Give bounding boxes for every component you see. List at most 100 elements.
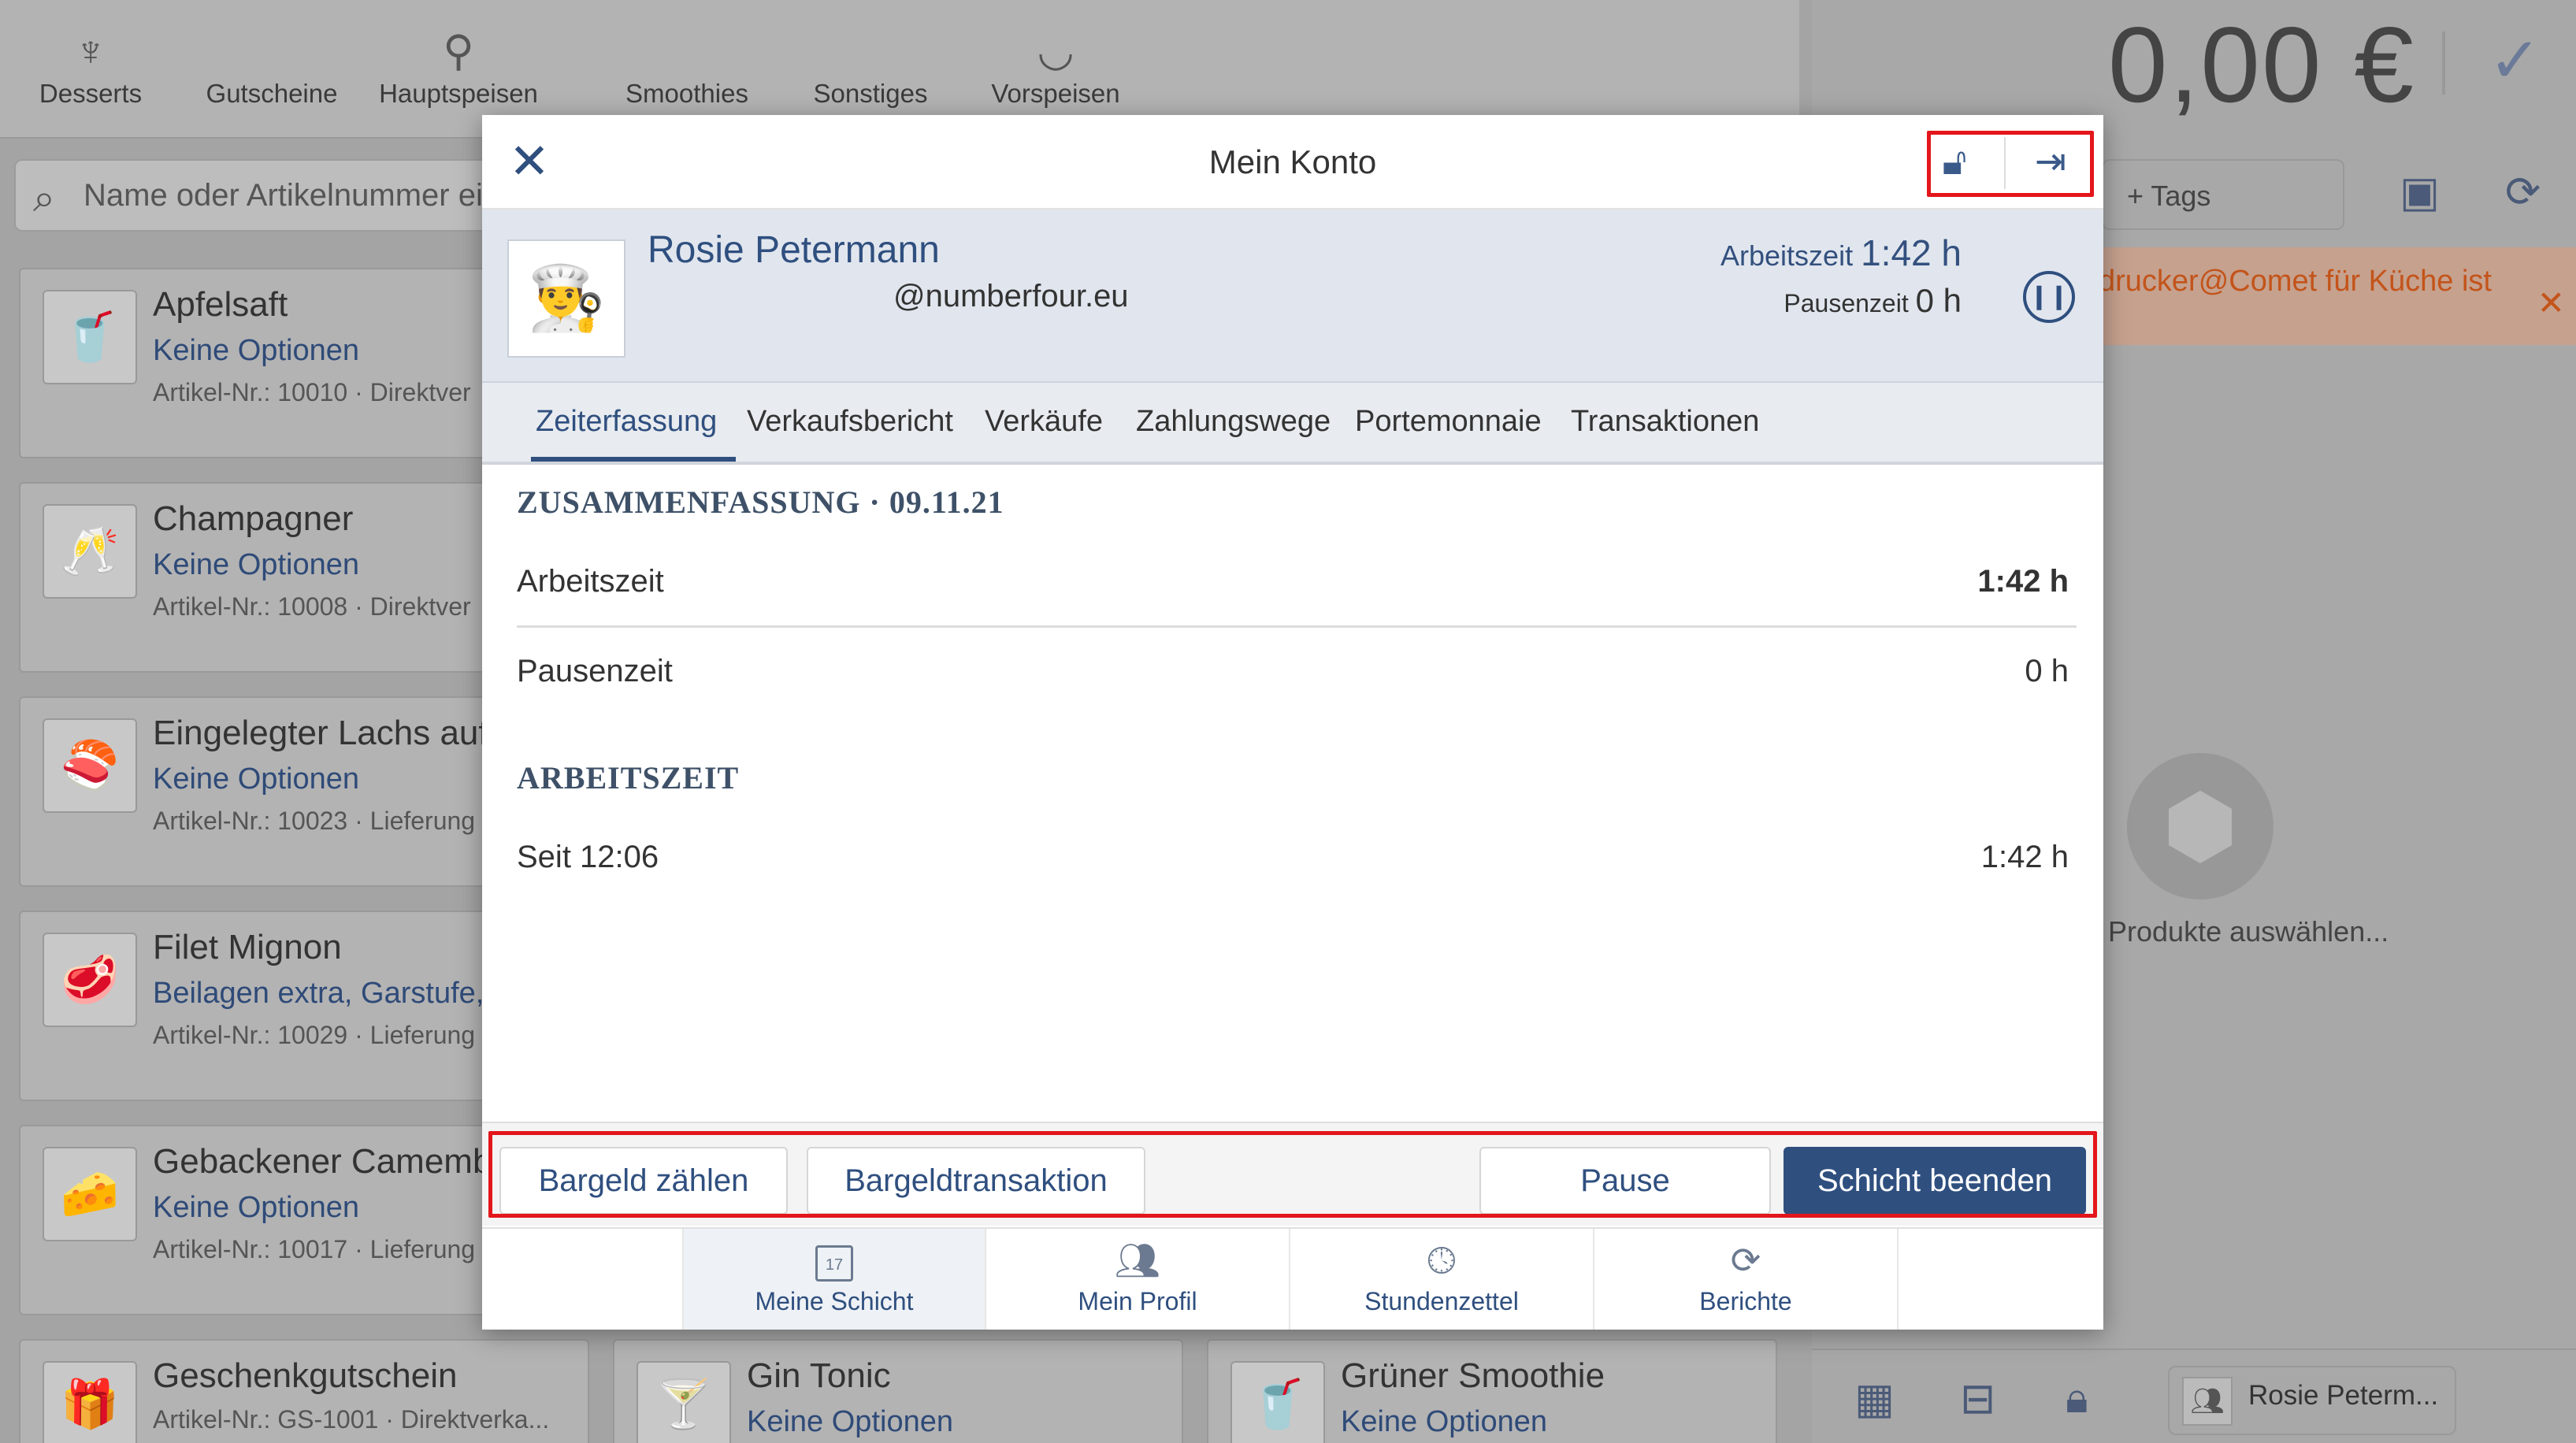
tab-bar: Zeiterfassung Verkaufsbericht Verkäufe Z… xyxy=(482,383,2103,465)
close-icon[interactable]: ✕ xyxy=(2537,284,2565,322)
dessert-icon: ♆ xyxy=(74,28,107,75)
category-gutscheine[interactable]: Gutscheine xyxy=(177,24,366,109)
category-label: Desserts xyxy=(39,79,143,108)
product-article: Artikel-Nr.: 10010 · Direktver xyxy=(153,378,471,406)
calendar-check-icon[interactable]: ▣ xyxy=(2400,167,2440,217)
confirm-check-icon[interactable]: ✓ xyxy=(2489,24,2541,97)
category-vorspeisen[interactable]: ◡ Vorspeisen xyxy=(961,24,1150,109)
active-tab-indicator xyxy=(531,457,736,462)
product-card[interactable]: 🍸 Gin Tonic Keine Optionen xyxy=(613,1339,1183,1443)
tab-verkaeufe[interactable]: Verkäufe xyxy=(985,405,1103,439)
product-image: 🥤 xyxy=(43,290,137,384)
pause-time-label: Pausenzeit xyxy=(1784,289,1909,317)
product-name: Gebackener Camember xyxy=(153,1142,523,1181)
product-name: Gin Tonic xyxy=(747,1356,891,1395)
category-sonstiges[interactable]: Sonstiges xyxy=(776,24,965,109)
profile-header: 👨‍🍳 Rosie Petermann @numberfour.eu Arbei… xyxy=(482,210,2103,383)
product-name: Grüner Smoothie xyxy=(1341,1356,1605,1395)
nav-meine-schicht[interactable]: 17 Meine Schicht xyxy=(682,1229,986,1330)
row-value: 1:42 h xyxy=(1980,840,2069,874)
category-smoothies[interactable]: Smoothies xyxy=(592,24,781,109)
product-article: Artikel-Nr.: 10017 · Lieferung xyxy=(153,1235,476,1263)
bowl-icon: ◡ xyxy=(1037,28,1075,75)
tab-zahlungswege[interactable]: Zahlungswege xyxy=(1136,405,1331,439)
work-time-label: Arbeitszeit xyxy=(1720,239,1854,272)
search-placeholder: Name oder Artikelnummer ei xyxy=(84,178,483,213)
calendar-icon: 17 xyxy=(684,1229,985,1287)
empty-cart-label: Produkte auswählen... xyxy=(2108,915,2389,948)
tab-verkaufsbericht[interactable]: Verkaufsbericht xyxy=(747,405,953,439)
category-hauptspeisen[interactable]: ⚲ Hauptspeisen xyxy=(364,24,553,109)
row-label: Seit 12:06 xyxy=(517,840,659,874)
user-chip[interactable]: 👥︎ Rosie Peterm... xyxy=(2168,1366,2456,1435)
pause-time: Pausenzeit 0 h xyxy=(1784,282,1962,320)
highlight-box xyxy=(1927,131,2094,197)
smoothie-icon xyxy=(592,24,781,79)
refresh-icon[interactable]: ⟳ xyxy=(2505,167,2541,217)
user-chip-label: Rosie Peterm... xyxy=(2248,1380,2439,1411)
product-options: Keine Optionen xyxy=(153,334,359,367)
product-image: 🥤 xyxy=(1230,1361,1325,1443)
nav-label: Stundenzettel xyxy=(1364,1287,1519,1315)
row-label: Arbeitszeit xyxy=(517,564,664,599)
nav-label: Meine Schicht xyxy=(755,1287,914,1315)
product-article: Artikel-Nr.: GS-1001 · Direktverka... xyxy=(153,1405,550,1434)
minus-square-icon[interactable]: ⊟ xyxy=(1960,1374,1995,1423)
work-time: Arbeitszeit 1:42 h xyxy=(1720,232,1962,274)
tab-portemonnaie[interactable]: Portemonnaie xyxy=(1355,405,1542,439)
avatar: 👨‍🍳 xyxy=(507,239,625,358)
pause-icon[interactable]: ❙❙ xyxy=(2023,271,2075,323)
highlight-box xyxy=(488,1131,2097,1218)
summary-heading: ZUSAMMENFASSUNG · 09.11.21 xyxy=(517,484,1004,520)
product-image: 🍣 xyxy=(43,718,137,813)
timesheet-icon: 🕓︎ xyxy=(1427,1240,1457,1281)
divider xyxy=(2442,32,2445,95)
user-email: @numberfour.eu xyxy=(893,279,1129,313)
product-options: Keine Optionen xyxy=(747,1405,953,1438)
product-card[interactable]: 🎁 Geschenkgutschein Artikel-Nr.: GS-1001… xyxy=(19,1339,589,1443)
category-label: Hauptspeisen xyxy=(379,79,538,108)
search-input[interactable]: ⌕ Name oder Artikelnummer ei xyxy=(14,159,518,232)
row-value: 0 h xyxy=(2025,654,2069,688)
tab-transaktionen[interactable]: Transaktionen xyxy=(1571,405,1759,439)
notice-text: drucker@Comet für Küche ist xyxy=(2099,265,2492,298)
product-name: Geschenkgutschein xyxy=(153,1356,458,1395)
category-label: Smoothies xyxy=(625,79,748,108)
product-options: Keine Optionen xyxy=(1341,1405,1547,1438)
users-icon: 👥︎ xyxy=(2182,1377,2233,1426)
tags-button[interactable]: + Tags xyxy=(2102,159,2344,230)
divider xyxy=(517,625,2077,628)
row-value: 1:42 h xyxy=(1977,564,2069,599)
product-card[interactable]: 🥤 Grüner Smoothie Keine Optionen xyxy=(1207,1339,1777,1443)
product-name: Eingelegter Lachs auf E xyxy=(153,714,522,752)
package-icon: ⬢ xyxy=(2127,753,2273,900)
pause-time-value: 0 h xyxy=(1915,282,1962,319)
product-article: Artikel-Nr.: 10029 · Lieferung xyxy=(153,1021,476,1049)
product-image: 🍸 xyxy=(637,1361,731,1443)
product-options: Keine Optionen xyxy=(153,548,359,581)
category-desserts[interactable]: ♆ Desserts xyxy=(0,24,185,109)
nav-stundenzettel[interactable]: 🕓︎ Stundenzettel xyxy=(1290,1229,1594,1330)
product-name: Champagner xyxy=(153,499,354,538)
account-modal: ✕ Mein Konto 🔓︎ ⇥ 👨‍🍳 Rosie Petermann @n… xyxy=(482,115,2103,1330)
product-article: Artikel-Nr.: 10008 · Direktver xyxy=(153,592,471,621)
nav-label: Berichte xyxy=(1699,1287,1792,1315)
summary-row: Pausenzeit 0 h xyxy=(517,654,2069,689)
voucher-icon xyxy=(177,24,366,79)
nav-berichte[interactable]: ⟳ Berichte xyxy=(1594,1229,1899,1330)
user-name: Rosie Petermann xyxy=(648,229,940,271)
work-heading: ARBEITSZEIT xyxy=(517,760,740,796)
nav-mein-profil[interactable]: 👥︎ Mein Profil xyxy=(986,1229,1290,1330)
report-icon: ⟳ xyxy=(1730,1240,1761,1281)
grid-icon[interactable]: ▦ xyxy=(1854,1374,1895,1423)
category-label: Gutscheine xyxy=(206,79,338,108)
summary-row: Arbeitszeit 1:42 h xyxy=(517,564,2069,599)
product-options: Keine Optionen xyxy=(153,762,359,796)
product-name: Filet Mignon xyxy=(153,928,342,966)
tab-zeiterfassung[interactable]: Zeiterfassung xyxy=(536,405,717,439)
category-label: Vorspeisen xyxy=(991,79,1120,108)
lock-icon[interactable]: 🔒︎ xyxy=(2066,1374,2088,1423)
product-image: 🥩 xyxy=(43,933,137,1027)
work-row: Seit 12:06 1:42 h xyxy=(517,840,2069,875)
product-name: Apfelsaft xyxy=(153,285,288,324)
